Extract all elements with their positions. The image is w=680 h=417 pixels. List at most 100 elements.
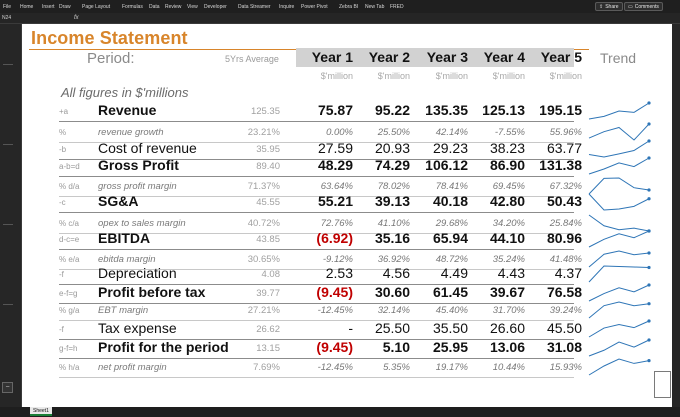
ribbon-tab[interactable]: View [187, 4, 204, 10]
row-average: 13.15 [256, 343, 280, 354]
ribbon-tab[interactable]: Zebra BI [339, 4, 365, 10]
selected-cell[interactable] [654, 371, 671, 398]
ribbon-tab[interactable]: Power Pivot [301, 4, 339, 10]
value-cell[interactable]: 0.00% [296, 127, 353, 138]
value-cell[interactable]: 32.14% [353, 305, 410, 316]
value-cell[interactable]: 4.37 [525, 265, 582, 281]
outline-collapse-button[interactable]: − [2, 382, 13, 393]
value-cell[interactable]: 20.93 [353, 140, 410, 156]
value-cell[interactable]: 39.13 [353, 193, 410, 209]
value-cell[interactable]: 76.58 [525, 284, 582, 300]
trend-sparkline [588, 156, 651, 175]
value-cell[interactable]: 31.08 [525, 339, 582, 355]
value-cell[interactable]: 39.67 [468, 284, 525, 300]
row-label: Profit for the period [98, 339, 229, 355]
ribbon-tab[interactable]: Data Streamer [238, 4, 279, 10]
ribbon-tab[interactable]: File [3, 4, 20, 10]
value-cell[interactable]: 42.14% [411, 127, 468, 138]
value-cell[interactable]: 5.10 [353, 339, 410, 355]
value-cell[interactable]: 26.60 [468, 320, 525, 336]
value-cell[interactable]: 25.50 [353, 320, 410, 336]
value-cell[interactable]: (6.92) [296, 230, 353, 246]
name-box[interactable]: N24 [2, 14, 32, 22]
value-cell[interactable]: 135.35 [411, 102, 468, 118]
value-cell[interactable]: 19.17% [411, 362, 468, 373]
value-cell[interactable]: 50.43 [525, 193, 582, 209]
value-cell[interactable]: 35.50 [411, 320, 468, 336]
ribbon-tab[interactable]: Home [20, 4, 42, 10]
value-cell[interactable]: 55.21 [296, 193, 353, 209]
value-cell[interactable]: 39.24% [525, 305, 582, 316]
value-cell[interactable]: 29.23 [411, 140, 468, 156]
value-cell[interactable]: 44.10 [468, 230, 525, 246]
value-cell[interactable]: 131.38 [525, 157, 582, 173]
value-cell[interactable]: 75.87 [296, 102, 353, 118]
sparkline-path [588, 157, 650, 175]
trend-sparkline [588, 193, 651, 211]
trend-sparkline [588, 229, 651, 248]
ribbon-tab[interactable]: Inquire [279, 4, 301, 10]
value-cell[interactable]: 4.49 [411, 265, 468, 281]
value-cell[interactable]: 38.23 [468, 140, 525, 156]
value-cell[interactable]: 45.40% [411, 305, 468, 316]
row-formula-code: -b [59, 145, 67, 154]
value-cell[interactable]: (9.45) [296, 339, 353, 355]
fx-icon[interactable]: fx [74, 14, 79, 22]
table-row: +a Revenue 125.35 75.87 95.22 135.35 125.13 195… [22, 100, 672, 122]
sparkline-end-point [647, 302, 651, 306]
year-header: Year 1 [311, 49, 353, 65]
value-cell[interactable]: 4.56 [353, 265, 410, 281]
value-cell[interactable]: 15.93% [525, 362, 582, 373]
ribbon-tab[interactable]: Formulas [122, 4, 149, 10]
sparkline-path [588, 230, 650, 248]
value-cell[interactable]: (9.45) [296, 284, 353, 300]
value-cell[interactable]: 55.96% [525, 127, 582, 138]
value-cell[interactable]: 10.44% [468, 362, 525, 373]
ribbon-tab[interactable]: Developer [204, 4, 238, 10]
sheet-tab[interactable]: Sheet1 [30, 407, 52, 416]
value-cell[interactable]: 86.90 [468, 157, 525, 173]
row-label: Depreciation [98, 265, 177, 281]
ribbon-tab[interactable]: Draw [59, 4, 82, 10]
ribbon-tab[interactable]: New Tab [365, 4, 390, 10]
value-cell[interactable]: 40.18 [411, 193, 468, 209]
value-cell[interactable]: 106.12 [411, 157, 468, 173]
value-cell[interactable]: 2.53 [296, 265, 353, 281]
value-cell[interactable]: 61.45 [411, 284, 468, 300]
value-cell[interactable]: 35.16 [353, 230, 410, 246]
value-cell[interactable]: 195.15 [525, 102, 582, 118]
ribbon-tab[interactable]: Insert [42, 4, 59, 10]
ribbon-tab[interactable]: Review [165, 4, 187, 10]
value-cell[interactable]: 25.50% [353, 127, 410, 138]
value-cell[interactable]: 65.94 [411, 230, 468, 246]
value-cell[interactable]: 5.35% [353, 362, 410, 373]
vertical-scrollbar[interactable] [672, 24, 680, 407]
value-cell[interactable]: 48.29 [296, 157, 353, 173]
value-cell[interactable]: 25.95 [411, 339, 468, 355]
value-cell[interactable]: 125.13 [468, 102, 525, 118]
value-cell[interactable]: 45.50 [525, 320, 582, 336]
value-cell[interactable]: 27.59 [296, 140, 353, 156]
value-cell[interactable]: -12.45% [296, 362, 353, 373]
value-cell[interactable]: 42.80 [468, 193, 525, 209]
value-cell[interactable]: - [296, 320, 353, 336]
unit-label: $'million [435, 71, 468, 81]
value-cell[interactable]: 4.43 [468, 265, 525, 281]
ribbon-tab[interactable]: FRED [390, 4, 405, 10]
value-cell[interactable]: 63.77 [525, 140, 582, 156]
row-formula-code: e-f=g [59, 289, 78, 298]
value-cell[interactable]: 31.70% [468, 305, 525, 316]
value-cell[interactable]: 30.60 [353, 284, 410, 300]
comments-button[interactable]: ▭ Comments [624, 2, 663, 11]
value-cell[interactable]: 74.29 [353, 157, 410, 173]
value-cell[interactable]: 80.96 [525, 230, 582, 246]
share-button[interactable]: ⇪ Share [595, 2, 623, 11]
value-cell[interactable]: 95.22 [353, 102, 410, 118]
worksheet[interactable]: Income Statement Period: 5Yrs Average Ye… [22, 24, 672, 407]
value-cell[interactable]: -12.45% [296, 305, 353, 316]
ribbon-tab[interactable]: Data [149, 4, 165, 10]
value-cell[interactable]: 13.06 [468, 339, 525, 355]
value-cell[interactable]: -7.55% [468, 127, 525, 138]
row-formula-code: % g/a [59, 306, 80, 315]
ribbon-tab[interactable]: Page Layout [82, 4, 122, 10]
